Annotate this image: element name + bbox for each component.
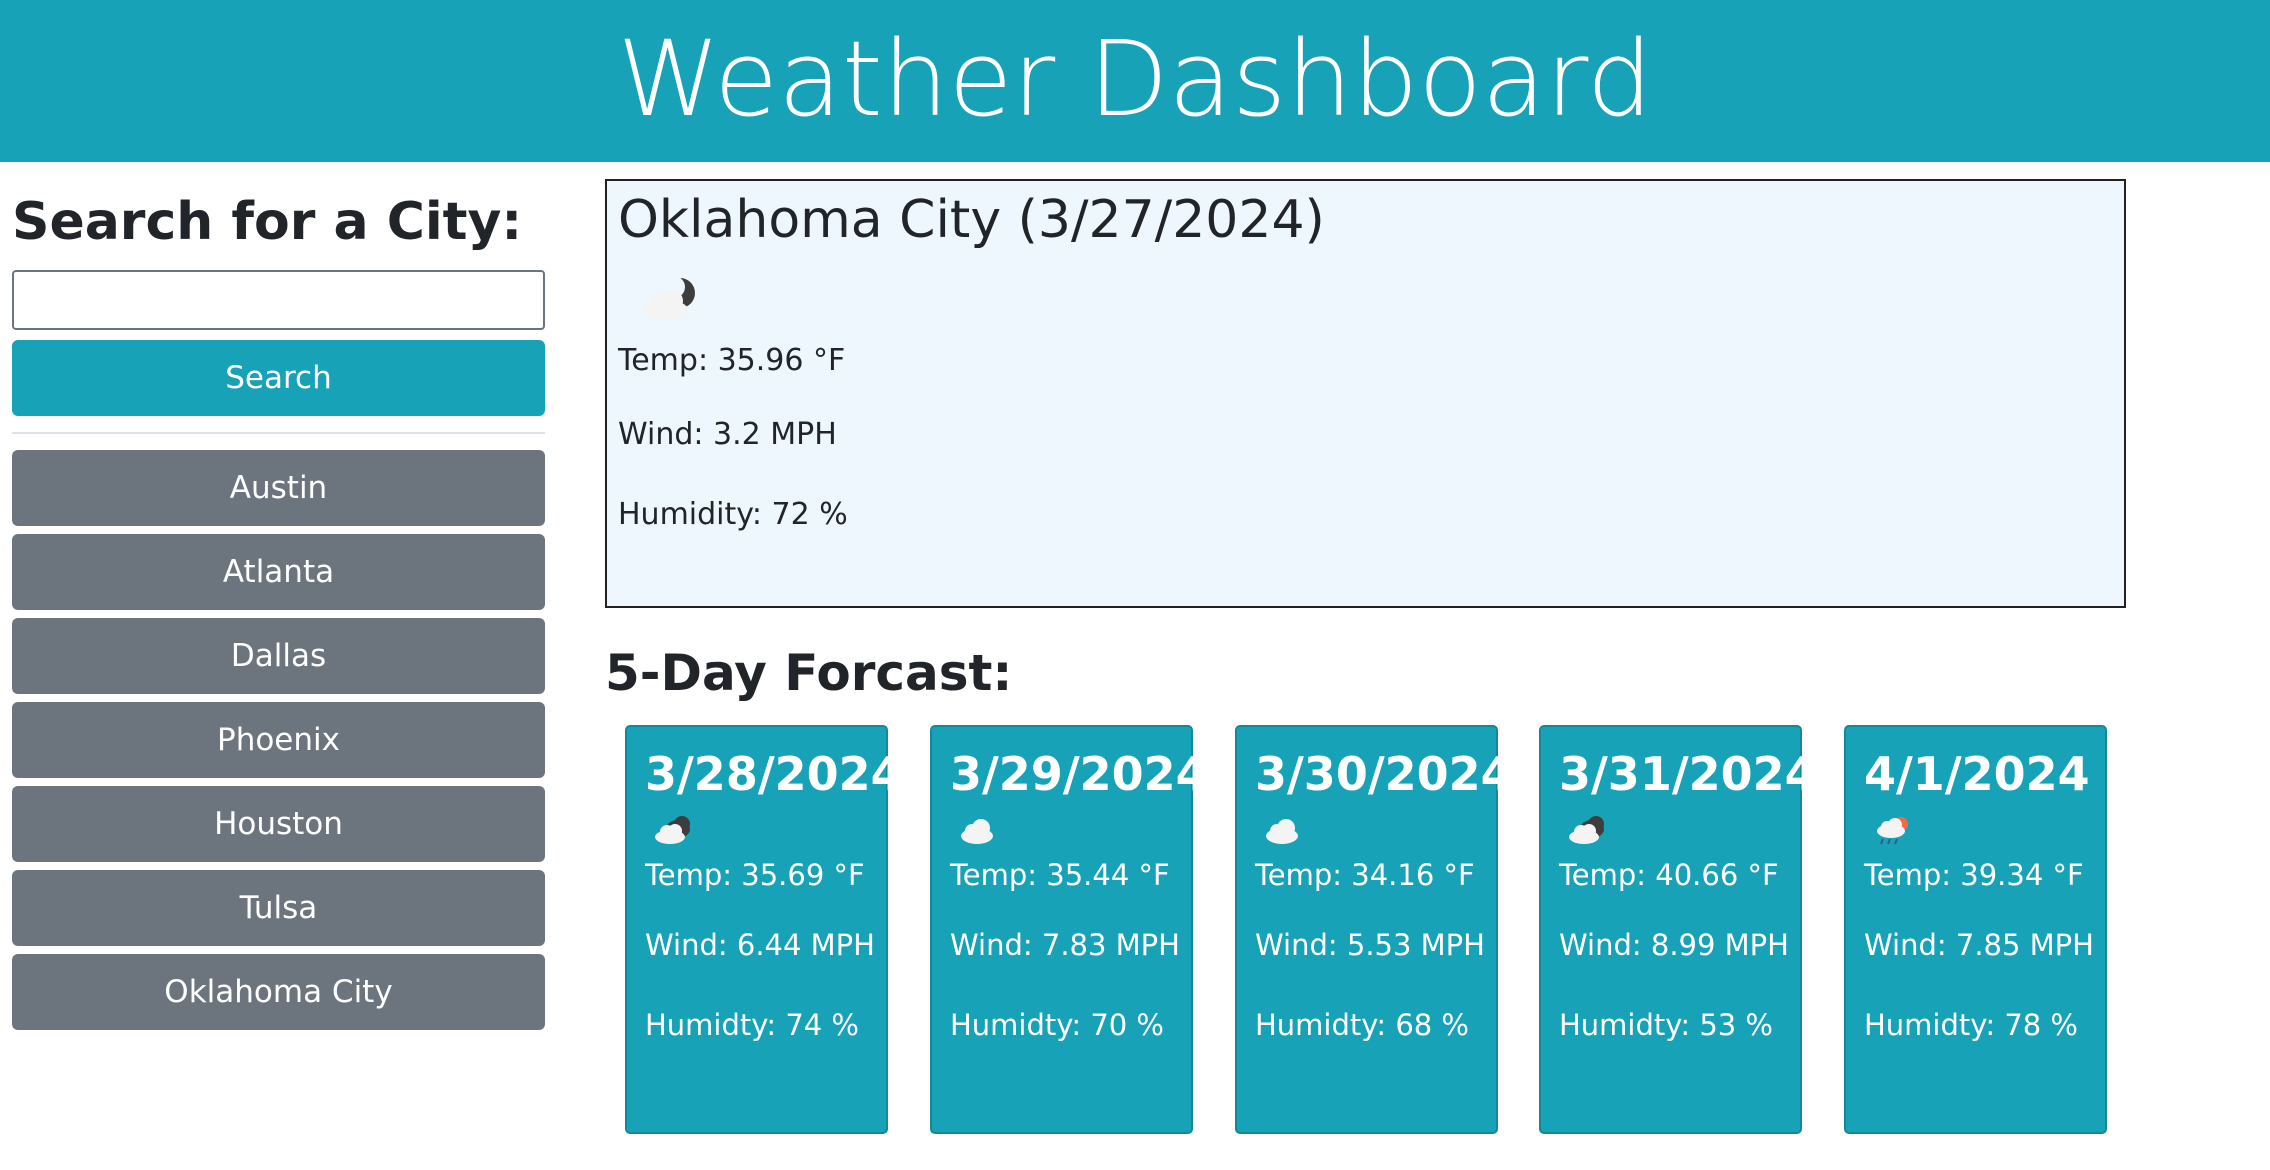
broken-clouds-icon [655, 816, 690, 844]
partly-cloudy-night-icon [644, 276, 695, 320]
history-button-austin[interactable]: Austin [12, 450, 545, 526]
forecast-date: 3/28/2024 [645, 747, 903, 801]
broken-clouds-icon [1569, 816, 1604, 844]
forecast-temp: Temp: 39.34 °F [1864, 858, 2084, 892]
forecast-date: 3/31/2024 [1559, 747, 1817, 801]
forecast-card: 3/28/2024 Temp: 35.69 °F Wind: 6.44 MPH … [625, 725, 903, 1134]
forecast-temp: Temp: 40.66 °F [1559, 858, 1779, 892]
history-button-atlanta[interactable]: Atlanta [12, 534, 545, 610]
forecast-temp: Temp: 34.16 °F [1255, 858, 1475, 892]
forecast-humidity: Humidty: 68 % [1255, 1008, 1469, 1042]
forecast-card: 3/30/2024 Temp: 34.16 °F Wind: 5.53 MPH … [1235, 725, 1513, 1134]
forecast-humidity: Humidty: 53 % [1559, 1008, 1773, 1042]
forecast-wind: Wind: 7.85 MPH [1864, 928, 2094, 962]
forecast-card: 3/29/2024 Temp: 35.44 °F Wind: 7.83 MPH … [930, 725, 1208, 1134]
history-button-dallas[interactable]: Dallas [12, 618, 545, 694]
search-history-list: Austin Atlanta Dallas Phoenix Houston Tu… [12, 450, 545, 1030]
history-button-houston[interactable]: Houston [12, 786, 545, 862]
sidebar-divider [12, 432, 545, 434]
forecast-humidity: Humidty: 78 % [1864, 1008, 2078, 1042]
cloud-icon [961, 819, 993, 844]
search-sidebar: Search for a City: Search Austin Atlanta… [12, 180, 545, 1038]
current-wind: Wind: 3.2 MPH [618, 417, 837, 452]
forecast-temp: Temp: 35.44 °F [950, 858, 1170, 892]
search-heading: Search for a City: [12, 192, 523, 252]
forecast-wind: Wind: 7.83 MPH [950, 928, 1180, 962]
history-button-phoenix[interactable]: Phoenix [12, 702, 545, 778]
forecast-cards: 3/28/2024 Temp: 35.69 °F Wind: 6.44 MPH … [625, 725, 2107, 1134]
page-title: Weather Dashboard [617, 18, 1653, 140]
history-button-oklahoma-city[interactable]: Oklahoma City [12, 954, 545, 1030]
cloud-icon [1266, 819, 1298, 844]
current-temp: Temp: 35.96 °F [618, 343, 846, 378]
rain-icon [1877, 817, 1908, 845]
history-button-tulsa[interactable]: Tulsa [12, 870, 545, 946]
forecast-card: 4/1/2024 Temp: 39.34 °F Wind: 7.85 MPH H… [1844, 725, 2107, 1134]
forecast-temp: Temp: 35.69 °F [645, 858, 865, 892]
forecast-heading: 5-Day Forcast: [605, 644, 1013, 702]
forecast-wind: Wind: 6.44 MPH [645, 928, 875, 962]
forecast-wind: Wind: 5.53 MPH [1255, 928, 1485, 962]
page-header: Weather Dashboard [0, 0, 2270, 162]
forecast-date: 3/29/2024 [950, 747, 1208, 801]
search-button[interactable]: Search [12, 340, 545, 416]
current-humidity: Humidity: 72 % [618, 497, 848, 532]
forecast-wind: Wind: 8.99 MPH [1559, 928, 1789, 962]
forecast-date: 4/1/2024 [1864, 747, 2090, 801]
current-weather-panel: Oklahoma City (3/27/2024) Temp: 35.96 °F… [605, 179, 2126, 608]
forecast-card: 3/31/2024 Temp: 40.66 °F Wind: 8.99 MPH … [1539, 725, 1817, 1134]
forecast-humidity: Humidty: 74 % [645, 1008, 859, 1042]
forecast-humidity: Humidty: 70 % [950, 1008, 1164, 1042]
current-city-title: Oklahoma City (3/27/2024) [618, 190, 1325, 250]
city-search-input[interactable] [12, 270, 545, 330]
forecast-date: 3/30/2024 [1255, 747, 1513, 801]
